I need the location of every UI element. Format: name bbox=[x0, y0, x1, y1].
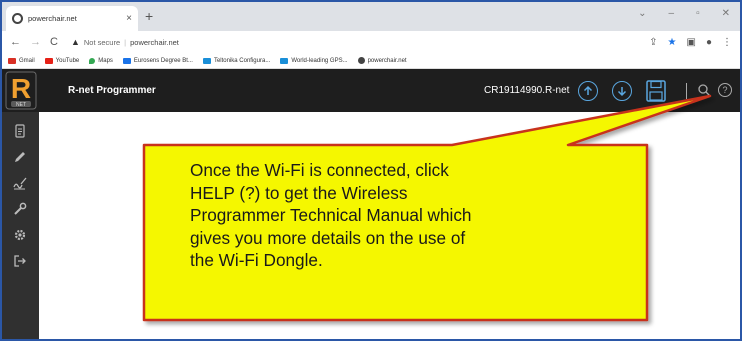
help-button[interactable]: ? bbox=[718, 83, 732, 97]
url-field[interactable]: ▲ Not secure | powerchair.net bbox=[71, 37, 649, 47]
close-tab-icon[interactable]: × bbox=[126, 13, 132, 24]
url-separator: | bbox=[124, 37, 127, 47]
document-icon[interactable] bbox=[13, 124, 27, 138]
gmail-icon bbox=[8, 57, 16, 64]
bookmark-teltonika-gps[interactable]: World-leading GPS... bbox=[280, 57, 348, 64]
bookmark-youtube[interactable]: YouTube bbox=[44, 57, 79, 64]
logout-icon[interactable] bbox=[13, 254, 27, 268]
forward-icon[interactable]: → bbox=[30, 36, 41, 48]
bookmark-teltonika-config[interactable]: Teltonika Configura... bbox=[202, 57, 270, 64]
warning-icon[interactable]: ▲ bbox=[71, 37, 80, 47]
maps-icon bbox=[89, 57, 96, 64]
share-icon[interactable]: ⇪ bbox=[649, 37, 657, 48]
tab-title: powerchair.net bbox=[28, 14, 77, 23]
app-title: R-net Programmer bbox=[68, 85, 156, 96]
upload-button[interactable] bbox=[578, 81, 598, 101]
maximize-icon[interactable]: ▫ bbox=[696, 8, 700, 19]
bookmark-eurosens[interactable]: Eurosens Degree Bt... bbox=[122, 57, 193, 64]
bookmark-star-icon[interactable]: ★ bbox=[668, 37, 677, 48]
reload-icon[interactable]: C bbox=[50, 36, 58, 48]
svg-text:R: R bbox=[11, 73, 31, 104]
new-tab-button[interactable]: + bbox=[145, 8, 153, 24]
file-name: CR19114990.R-net bbox=[484, 85, 570, 96]
rnet-logo: R NET bbox=[5, 71, 37, 110]
tab-strip: powerchair.net × + ⌄ – ▫ ✕ bbox=[2, 2, 740, 31]
teltonika-icon bbox=[202, 57, 211, 64]
bookmarks-bar: Gmail YouTube Maps Eurosens Degree Bt...… bbox=[2, 53, 740, 69]
pencil-icon[interactable] bbox=[13, 150, 27, 164]
header-divider bbox=[686, 83, 687, 99]
bookmark-powerchair[interactable]: powerchair.net bbox=[357, 57, 407, 64]
toolbar-actions: ⇪ ★ ▣ ● ⋮ bbox=[649, 37, 732, 48]
bookmark-gmail[interactable]: Gmail bbox=[8, 57, 35, 64]
signature-icon[interactable] bbox=[13, 176, 27, 190]
address-bar: ← → C ▲ Not secure | powerchair.net ⇪ ★ … bbox=[2, 31, 740, 53]
callout-text: Once the Wi-Fi is connected, click HELP … bbox=[190, 160, 472, 270]
sidepanel-icon[interactable]: ▣ bbox=[687, 37, 696, 48]
globe-icon bbox=[12, 13, 23, 24]
wrench-icon[interactable] bbox=[13, 202, 27, 216]
url-text: powerchair.net bbox=[130, 37, 179, 47]
globe-icon bbox=[357, 57, 365, 64]
security-label: Not secure bbox=[83, 37, 121, 47]
download-button[interactable] bbox=[612, 81, 632, 101]
minimize-icon[interactable]: – bbox=[669, 8, 675, 19]
search-icon[interactable] bbox=[697, 83, 711, 97]
tab-search-icon[interactable]: ⌄ bbox=[638, 8, 646, 19]
browser-tab[interactable]: powerchair.net × bbox=[6, 6, 138, 31]
profile-icon[interactable]: ● bbox=[706, 37, 712, 48]
app-header: R NET R-net Programmer CR19114990.R-net … bbox=[2, 69, 740, 112]
back-icon[interactable]: ← bbox=[10, 36, 21, 48]
arrow-up-icon bbox=[583, 85, 593, 95]
sidebar bbox=[2, 112, 39, 339]
window-controls: ⌄ – ▫ ✕ bbox=[638, 8, 730, 19]
bookmark-maps[interactable]: Maps bbox=[89, 57, 113, 64]
teltonika-icon bbox=[280, 57, 289, 64]
eurosens-icon bbox=[122, 57, 131, 64]
menu-icon[interactable]: ⋮ bbox=[722, 37, 732, 48]
arrow-down-icon bbox=[617, 87, 627, 97]
gear-icon[interactable] bbox=[13, 228, 27, 242]
save-icon[interactable] bbox=[646, 80, 666, 102]
youtube-icon bbox=[44, 57, 53, 64]
close-window-icon[interactable]: ✕ bbox=[722, 8, 730, 19]
svg-text:NET: NET bbox=[16, 102, 26, 108]
